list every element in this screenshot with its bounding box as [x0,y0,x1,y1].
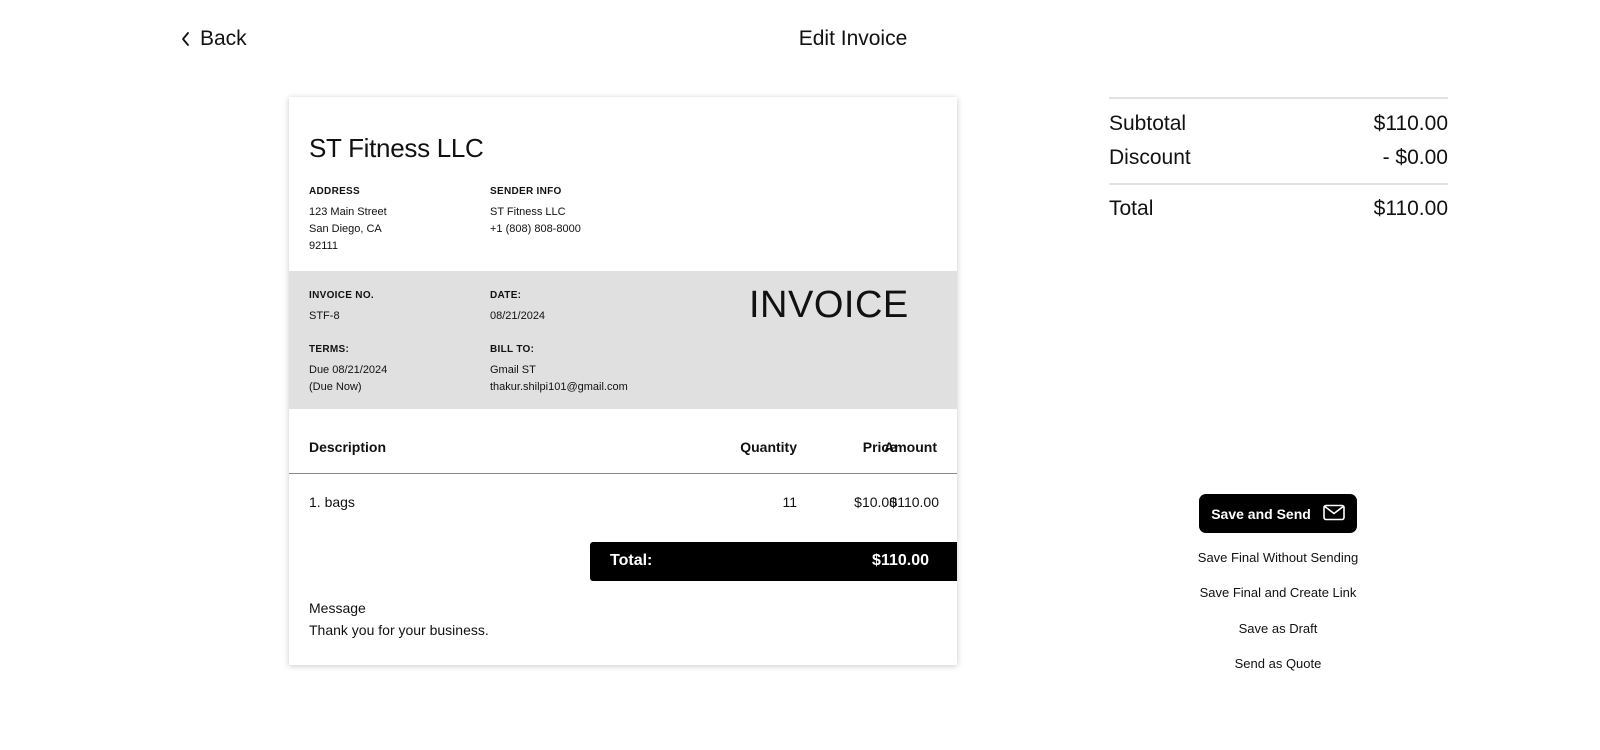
sender-line: ST Fitness LLC [490,206,566,218]
bill-to-block: Gmail ST thakur.shilpi101@gmail.com [490,362,628,396]
line-item-quantity: 11 [782,494,797,510]
address-line: San Diego, CA [309,223,382,235]
invoice-details-band: INVOICE NO. STF-8 DATE: 08/21/2024 INVOI… [289,271,957,409]
page-title: Edit Invoice [798,27,908,50]
subtotal-label: Subtotal [1109,112,1187,135]
terms-label: TERMS: [309,344,350,355]
chevron-left-icon [180,31,192,47]
date-label: DATE: [490,290,522,301]
subtotal-value: $110.00 [1373,112,1448,135]
sender-info-block: ST Fitness LLC +1 (808) 808-8000 [490,204,581,238]
bill-to-line: thakur.shilpi101@gmail.com [490,381,628,393]
discount-row: Discount - $0.00 [1109,141,1448,175]
invoice-total-value: $110.00 [872,552,929,569]
invoice-no-value: STF-8 [309,310,340,322]
back-label: Back [200,27,247,50]
save-final-create-link-button[interactable]: Save Final and Create Link [1178,585,1378,600]
address-line: 123 Main Street [309,206,387,218]
total-value: $110.00 [1373,197,1448,220]
line-item-description: 1. bags [309,494,355,510]
total-row: Total $110.00 [1109,192,1448,226]
totals-summary: Subtotal $110.00 Discount - $0.00 Total … [1109,97,1448,226]
address-label: ADDRESS [309,186,360,197]
subtotal-row: Subtotal $110.00 [1109,107,1448,141]
invoice-no-label: INVOICE NO. [309,290,374,301]
total-label: Total [1109,197,1154,220]
table-header-divider [289,473,957,474]
discount-value: - $0.00 [1382,146,1448,169]
discount-label: Discount [1109,146,1191,169]
column-header-amount: Amount [884,439,937,455]
address-line: 92111 [309,240,338,252]
line-item-amount: $110.00 [889,494,939,510]
bill-to-label: BILL TO: [490,344,535,355]
message-label: Message [309,600,366,616]
message-text: Thank you for your business. [309,622,489,638]
invoice-doc-title: INVOICE [749,284,909,326]
save-as-draft-button[interactable]: Save as Draft [1178,621,1378,636]
terms-block: Due 08/21/2024 (Due Now) [309,362,387,396]
invoice-preview: ST Fitness LLC ADDRESS 123 Main Street S… [289,97,957,665]
terms-line: Due 08/21/2024 [309,364,388,376]
envelope-icon [1322,504,1345,524]
column-header-quantity: Quantity [740,439,797,455]
date-value: 08/21/2024 [490,310,546,322]
send-as-quote-button[interactable]: Send as Quote [1178,656,1378,671]
save-and-send-button[interactable]: Save and Send [1199,494,1357,533]
back-button[interactable]: Back [180,24,247,54]
address-block: 123 Main Street San Diego, CA 92111 [309,204,387,255]
bill-to-line: Gmail ST [490,364,536,376]
sender-info-label: SENDER INFO [490,186,562,197]
sender-line: +1 (808) 808-8000 [490,223,581,235]
invoice-total-label: Total: [610,552,653,569]
save-and-send-label: Save and Send [1211,505,1311,522]
invoice-company-name: ST Fitness LLC [309,133,484,163]
column-header-description: Description [309,439,387,455]
save-final-without-sending-button[interactable]: Save Final Without Sending [1178,550,1378,565]
terms-line: (Due Now) [309,381,362,393]
invoice-total-bar: Total: $110.00 [590,542,957,581]
